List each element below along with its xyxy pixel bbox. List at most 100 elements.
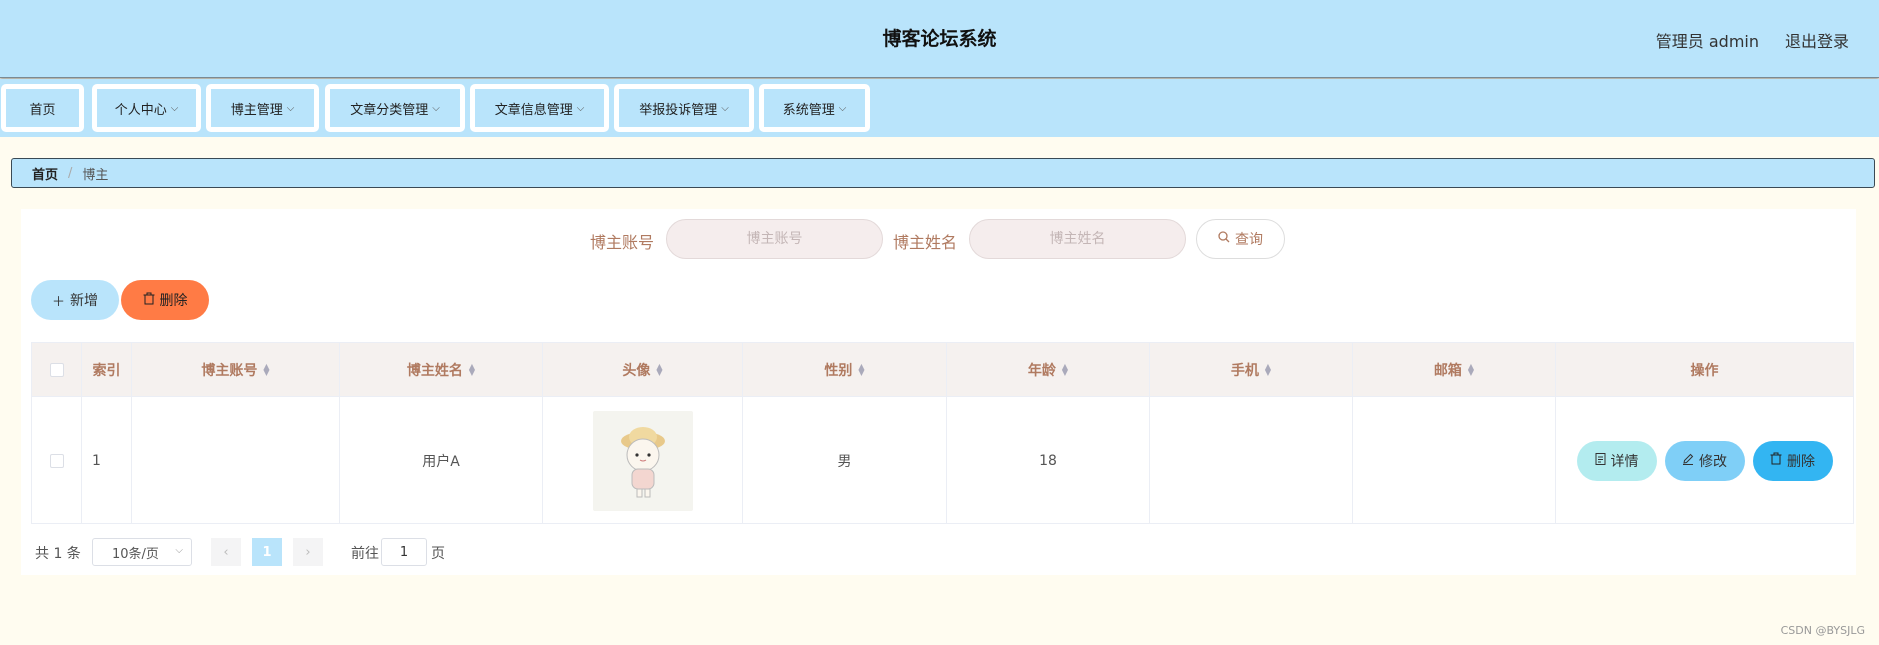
chevron-down-icon: ⌵ <box>721 102 729 114</box>
chevron-down-icon: ⌵ <box>175 545 183 556</box>
header-avatar-label: 头像 <box>622 362 651 379</box>
breadcrumb: 首页 / 博主 <box>11 158 1875 188</box>
prev-page-button[interactable]: ‹ <box>211 538 241 566</box>
header-age[interactable]: 年龄 ▲ ▼ <box>947 343 1150 396</box>
menu-item-label: 博主管理 <box>230 102 283 118</box>
table-row: 1 用户A 男 18 详情 修改 删除 <box>32 397 1853 524</box>
menu-item-category-management[interactable]: 文章分类管理 ⌵ <box>325 84 465 132</box>
batch-delete-button[interactable]: 删除 <box>121 280 209 320</box>
query-button[interactable]: 查询 <box>1196 219 1285 259</box>
watermark: CSDN @BYSJLG <box>1780 624 1865 637</box>
row-ops: 详情 修改 删除 <box>1556 397 1853 524</box>
goto-label: 前往 <box>351 546 379 562</box>
header-gender[interactable]: 性别 ▲ ▼ <box>743 343 947 396</box>
edit-button[interactable]: 修改 <box>1664 440 1745 481</box>
row-age: 18 <box>947 397 1150 524</box>
row-delete-button-label: 删除 <box>1787 453 1815 470</box>
header-age-label: 年龄 <box>1027 362 1056 379</box>
row-delete-button[interactable]: 删除 <box>1752 440 1833 481</box>
plus-icon: ＋ <box>51 294 65 310</box>
menu-item-label: 系统管理 <box>782 102 835 118</box>
detail-button-label: 详情 <box>1610 453 1639 470</box>
sort-icon[interactable]: ▲ ▼ <box>1468 362 1474 376</box>
header-index: 索引 <box>82 343 132 396</box>
row-email <box>1353 397 1556 524</box>
row-name: 用户A <box>340 397 543 524</box>
breadcrumb-current: 博主 <box>82 167 109 183</box>
pencil-icon <box>1682 453 1694 469</box>
header-ops: 操作 <box>1690 362 1719 379</box>
app-title: 博客论坛系统 <box>882 28 997 50</box>
delete-button-label: 删除 <box>159 293 188 309</box>
top-header: 博客论坛系统 管理员 admin 退出登录 <box>0 0 1879 78</box>
header-account-label: 博主账号 <box>201 362 258 379</box>
menu-item-label: 举报投诉管理 <box>639 102 718 118</box>
account-search-input[interactable] <box>666 219 883 259</box>
header-phone[interactable]: 手机 ▲ ▼ <box>1150 343 1353 396</box>
account-search-label: 博主账号 <box>590 233 655 252</box>
chevron-left-icon: ‹ <box>223 544 229 560</box>
breadcrumb-separator: / <box>68 165 73 181</box>
detail-button[interactable]: 详情 <box>1576 440 1657 481</box>
sort-icon[interactable]: ▲ ▼ <box>1062 362 1068 376</box>
menu-item-article-management[interactable]: 文章信息管理 ⌵ <box>470 84 609 132</box>
header-email-label: 邮箱 <box>1433 362 1462 379</box>
goto-page-input[interactable] <box>381 538 427 566</box>
chevron-down-icon: ⌵ <box>838 102 847 114</box>
breadcrumb-home[interactable]: 首页 <box>32 164 58 183</box>
row-gender: 男 <box>743 397 947 524</box>
logout-link[interactable]: 退出登录 <box>1785 28 1849 52</box>
chevron-down-icon: ⌵ <box>432 102 440 114</box>
menu-item-blogger-management[interactable]: 博主管理 ⌵ <box>206 84 319 132</box>
header-email[interactable]: 邮箱 ▲ ▼ <box>1353 343 1556 396</box>
page-number-current[interactable]: 1 <box>252 538 282 566</box>
name-search-label: 博主姓名 <box>893 233 958 252</box>
avatar[interactable] <box>592 410 693 511</box>
menu-item-label: 文章分类管理 <box>350 102 429 118</box>
sort-icon[interactable]: ▲ ▼ <box>1265 362 1271 376</box>
name-search-input[interactable] <box>969 219 1186 259</box>
pagination: 共 1 条 10条/页 ⌵ ‹ 1 › 前往 页 <box>21 537 1856 567</box>
row-phone <box>1150 397 1353 524</box>
row-checkbox[interactable] <box>49 453 64 468</box>
next-page-button[interactable]: › <box>293 538 323 566</box>
menu-item-label: 首页 <box>29 102 56 118</box>
select-all-checkbox[interactable] <box>49 362 64 377</box>
menu-item-system-management[interactable]: 系统管理 ⌵ <box>759 84 870 132</box>
header-name[interactable]: 博主姓名 ▲ ▼ <box>340 343 543 396</box>
search-icon <box>1218 231 1230 247</box>
chevron-down-icon: ⌵ <box>576 102 585 114</box>
edit-button-label: 修改 <box>1699 453 1727 470</box>
sort-icon[interactable]: ▲ ▼ <box>656 362 662 376</box>
header-gender-label: 性别 <box>824 362 853 379</box>
page-size-value: 10条/页 <box>112 546 159 562</box>
add-button[interactable]: ＋ 新增 <box>31 280 119 320</box>
content-panel: 博主账号 博主姓名 查询 ＋ 新增 删除 索引 博主账号 ▲▼ 博主姓名 ▲▼ <box>21 209 1856 575</box>
chevron-down-icon: ⌵ <box>170 102 179 114</box>
chevron-right-icon: › <box>305 544 311 560</box>
query-button-label: 查询 <box>1235 232 1263 248</box>
header-avatar[interactable]: 头像 ▲ ▼ <box>543 343 743 396</box>
menu-item-report-management[interactable]: 举报投诉管理 ⌵ <box>614 84 754 132</box>
header-name-label: 博主姓名 <box>406 362 463 379</box>
header-account[interactable]: 博主账号 ▲ ▼ <box>132 343 340 396</box>
trash-icon <box>1770 452 1782 469</box>
add-button-label: 新增 <box>70 293 98 309</box>
sort-icon[interactable]: ▲ ▼ <box>469 362 475 376</box>
select-all-cell <box>32 343 82 396</box>
document-icon <box>1595 452 1606 469</box>
menu-item-personal-center[interactable]: 个人中心 ⌵ <box>92 84 201 132</box>
goto-unit: 页 <box>431 546 445 562</box>
page-size-select[interactable]: 10条/页 ⌵ <box>92 538 192 566</box>
menu-item-label: 个人中心 <box>114 102 167 118</box>
row-avatar-cell <box>543 397 743 524</box>
blogger-table: 索引 博主账号 ▲ ▼ 博主姓名 ▲ ▼ 头像 ▲ ▼ 性别 ▲ ▼ 年龄 ▲ ▼ 手机 ▲ ▼ 邮箱 ▲… <box>31 342 1854 524</box>
pagination-total: 共 1 条 <box>35 546 81 562</box>
row-account <box>132 397 340 524</box>
chevron-down-icon: ⌵ <box>286 102 295 114</box>
sort-icon[interactable]: ▲ ▼ <box>858 362 864 376</box>
menu-item-label: 文章信息管理 <box>494 102 573 118</box>
row-select-cell <box>32 397 82 524</box>
menu-item-home[interactable]: 首页 <box>1 84 84 132</box>
sort-icon[interactable]: ▲ ▼ <box>263 362 269 376</box>
